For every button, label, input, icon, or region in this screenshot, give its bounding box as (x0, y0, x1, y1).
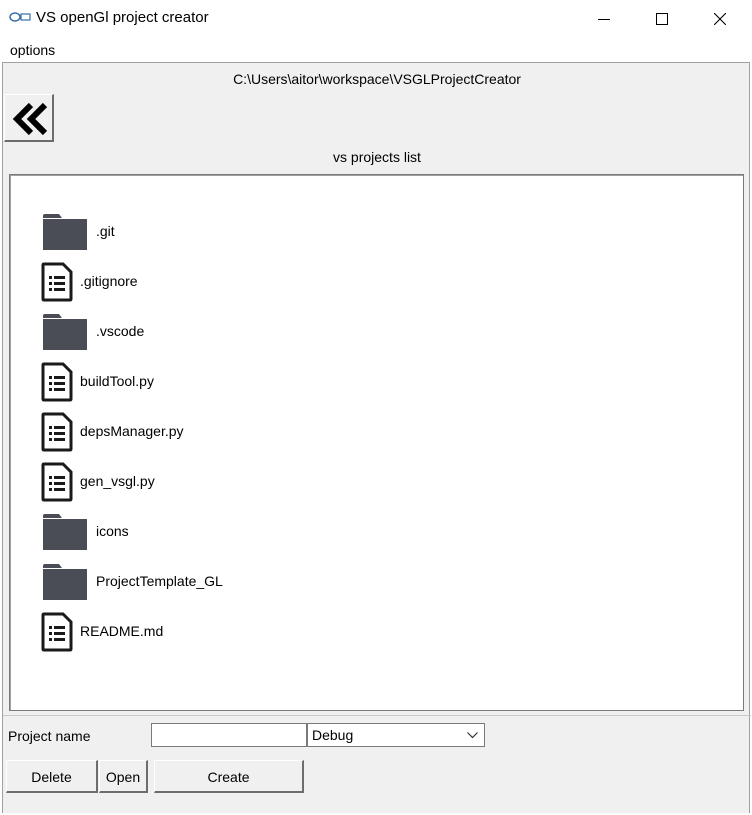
list-item-name: README.md (80, 623, 164, 639)
close-icon (714, 13, 726, 25)
list-item[interactable]: .git (10, 212, 410, 252)
title-bar: VS openGl project creator (0, 0, 752, 38)
project-name-input[interactable] (151, 723, 307, 747)
file-icon (41, 262, 73, 302)
delete-button[interactable]: Delete (6, 760, 98, 793)
close-button[interactable] (691, 0, 749, 38)
menu-bar: options (0, 38, 752, 62)
list-item[interactable]: icons (10, 512, 410, 552)
list-item[interactable]: .vscode (10, 312, 410, 352)
list-item-name: icons (96, 523, 129, 539)
list-item[interactable]: README.md (10, 612, 410, 652)
list-item[interactable]: depsManager.py (10, 412, 410, 452)
folder-icon (43, 564, 87, 600)
build-config-value: Debug (312, 727, 354, 743)
divider (3, 715, 751, 716)
folder-icon (43, 514, 87, 550)
maximize-button[interactable] (633, 0, 691, 38)
file-icon (41, 412, 73, 452)
list-item-name: .gitignore (80, 273, 138, 289)
project-name-label: Project name (8, 728, 91, 744)
back-button[interactable] (4, 94, 54, 142)
create-button[interactable]: Create (154, 760, 304, 793)
build-config-select[interactable]: Debug (307, 723, 485, 747)
chevron-down-icon (467, 732, 478, 739)
open-button[interactable]: Open (99, 760, 148, 793)
list-item[interactable]: .gitignore (10, 262, 410, 302)
client-area: C:\Users\aitor\workspace\VSGLProjectCrea… (2, 62, 751, 813)
maximize-icon (656, 13, 668, 25)
app-icon (9, 12, 31, 22)
list-item-name: ProjectTemplate_GL (96, 573, 223, 589)
projects-list-title: vs projects list (333, 149, 421, 165)
list-item-name: .vscode (96, 323, 145, 339)
file-icon (41, 462, 73, 502)
list-item[interactable]: ProjectTemplate_GL (10, 562, 410, 602)
current-path-label: C:\Users\aitor\workspace\VSGLProjectCrea… (233, 71, 521, 87)
list-item[interactable]: buildTool.py (10, 362, 410, 402)
projects-list[interactable]: .git .gitignore .vscode buildTool.py dep… (9, 174, 744, 711)
minimize-icon (598, 19, 610, 20)
list-item-name: gen_vsgl.py (80, 473, 155, 489)
list-item[interactable]: gen_vsgl.py (10, 462, 410, 502)
menu-options[interactable]: options (10, 42, 55, 58)
list-item-name: buildTool.py (80, 373, 154, 389)
folder-icon (43, 314, 87, 350)
double-chevron-left-icon (12, 103, 48, 135)
list-item-name: .git (96, 223, 115, 239)
list-item-name: depsManager.py (80, 423, 184, 439)
file-icon (41, 612, 73, 652)
window-title: VS openGl project creator (36, 9, 209, 26)
folder-icon (43, 214, 87, 250)
minimize-button[interactable] (575, 0, 633, 38)
file-icon (41, 362, 73, 402)
